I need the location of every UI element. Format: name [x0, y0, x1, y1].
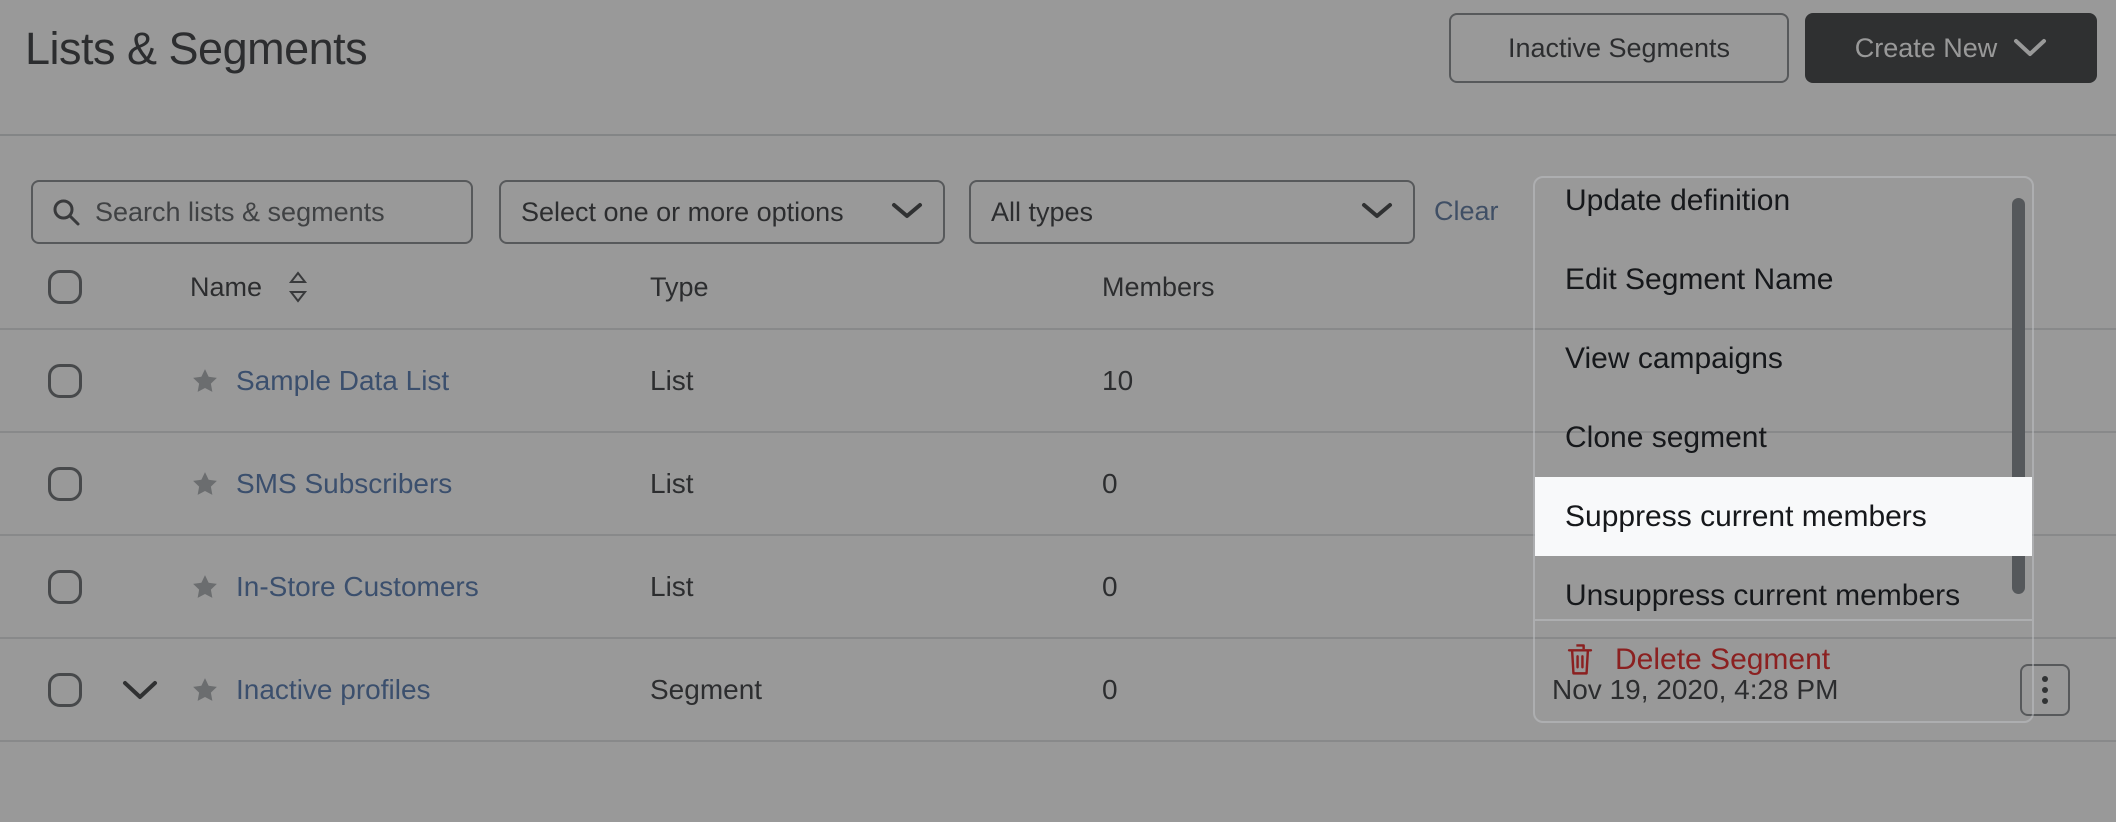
menu-item-delete-segment[interactable]: Delete Segment [1535, 621, 2032, 699]
menu-item-clone-segment[interactable]: Clone segment [1535, 398, 2032, 477]
menu-item-suppress-current-members[interactable]: Suppress current members [1535, 477, 2032, 556]
menu-item-unsuppress-current-members[interactable]: Unsuppress current members [1535, 556, 2032, 618]
menu-item-view-campaigns[interactable]: View campaigns [1535, 319, 2032, 398]
trash-icon [1565, 643, 1595, 677]
menu-item-edit-segment-name[interactable]: Edit Segment Name [1535, 240, 2032, 319]
row-actions-context-menu: Update definition Edit Segment Name View… [1533, 176, 2034, 723]
menu-item-update-definition[interactable]: Update definition [1535, 178, 2032, 240]
context-menu-scroll-area: Update definition Edit Segment Name View… [1535, 178, 2032, 618]
delete-segment-label: Delete Segment [1615, 643, 1831, 676]
